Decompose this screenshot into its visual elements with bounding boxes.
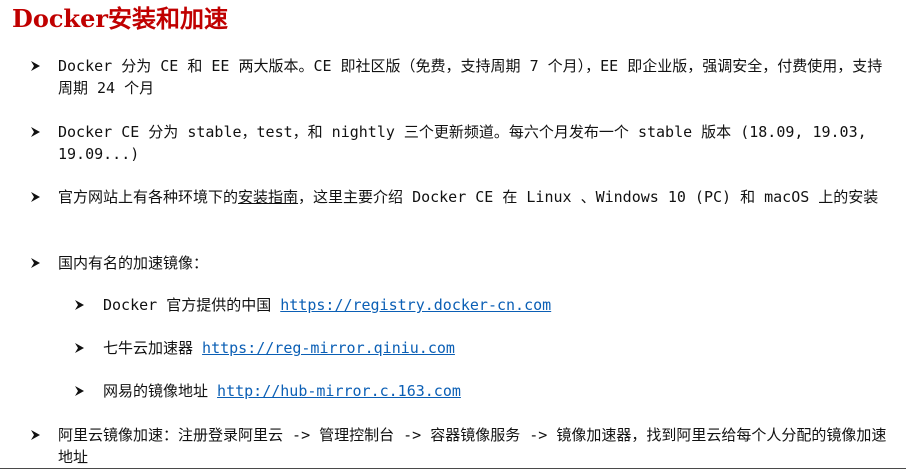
page-title: Docker安装和加速 [12, 4, 228, 33]
arrow-bullet-icon [28, 55, 42, 77]
arrow-bullet-icon [28, 252, 42, 274]
arrow-bullet-icon [72, 380, 86, 402]
arrow-bullet-icon [72, 337, 86, 359]
bullet-text: 阿里云镜像加速：注册登录阿里云 -> 管理控制台 -> 容器镜像服务 -> 镜像… [58, 426, 887, 466]
bullet-text: 七牛云加速器 https://reg-mirror.qiniu.com [103, 337, 893, 359]
text-segment: ，这里主要介绍 Docker CE 在 Linux 、Windows 10 (P… [298, 188, 879, 206]
bullet-text: 官方网站上有各种环境下的安装指南，这里主要介绍 Docker CE 在 Linu… [58, 186, 892, 208]
bullet-text: 网易的镜像地址 http://hub-mirror.c.163.com [103, 380, 893, 402]
mirror-link[interactable]: https://registry.docker-cn.com [280, 296, 551, 314]
bottom-divider [0, 468, 906, 469]
arrow-bullet-icon [28, 121, 42, 143]
bullet-text: Docker 官方提供的中国 https://registry.docker-c… [103, 294, 893, 316]
mirror-link[interactable]: http://hub-mirror.c.163.com [217, 382, 461, 400]
mirror-label: Docker 官方提供的中国 [103, 296, 281, 314]
mirror-label: 七牛云加速器 [103, 339, 203, 357]
bullet-text: Docker 分为 CE 和 EE 两大版本。CE 即社区版（免费，支持周期 7… [58, 57, 883, 97]
document-page: Docker安装和加速 Docker 分为 CE 和 EE 两大版本。CE 即社… [0, 0, 906, 470]
install-guide-link[interactable]: 安装指南 [238, 188, 298, 206]
mirror-link[interactable]: https://reg-mirror.qiniu.com [202, 339, 455, 357]
bullet-text: Docker CE 分为 stable，test，和 nightly 三个更新频… [58, 123, 867, 163]
arrow-bullet-icon [28, 424, 42, 446]
arrow-bullet-icon [72, 294, 86, 316]
arrow-bullet-icon [28, 186, 42, 208]
text-segment: 官方网站上有各种环境下的 [58, 188, 239, 206]
mirror-label: 网易的镜像地址 [103, 382, 218, 400]
bullet-text: 国内有名的加速镜像： [58, 254, 209, 272]
